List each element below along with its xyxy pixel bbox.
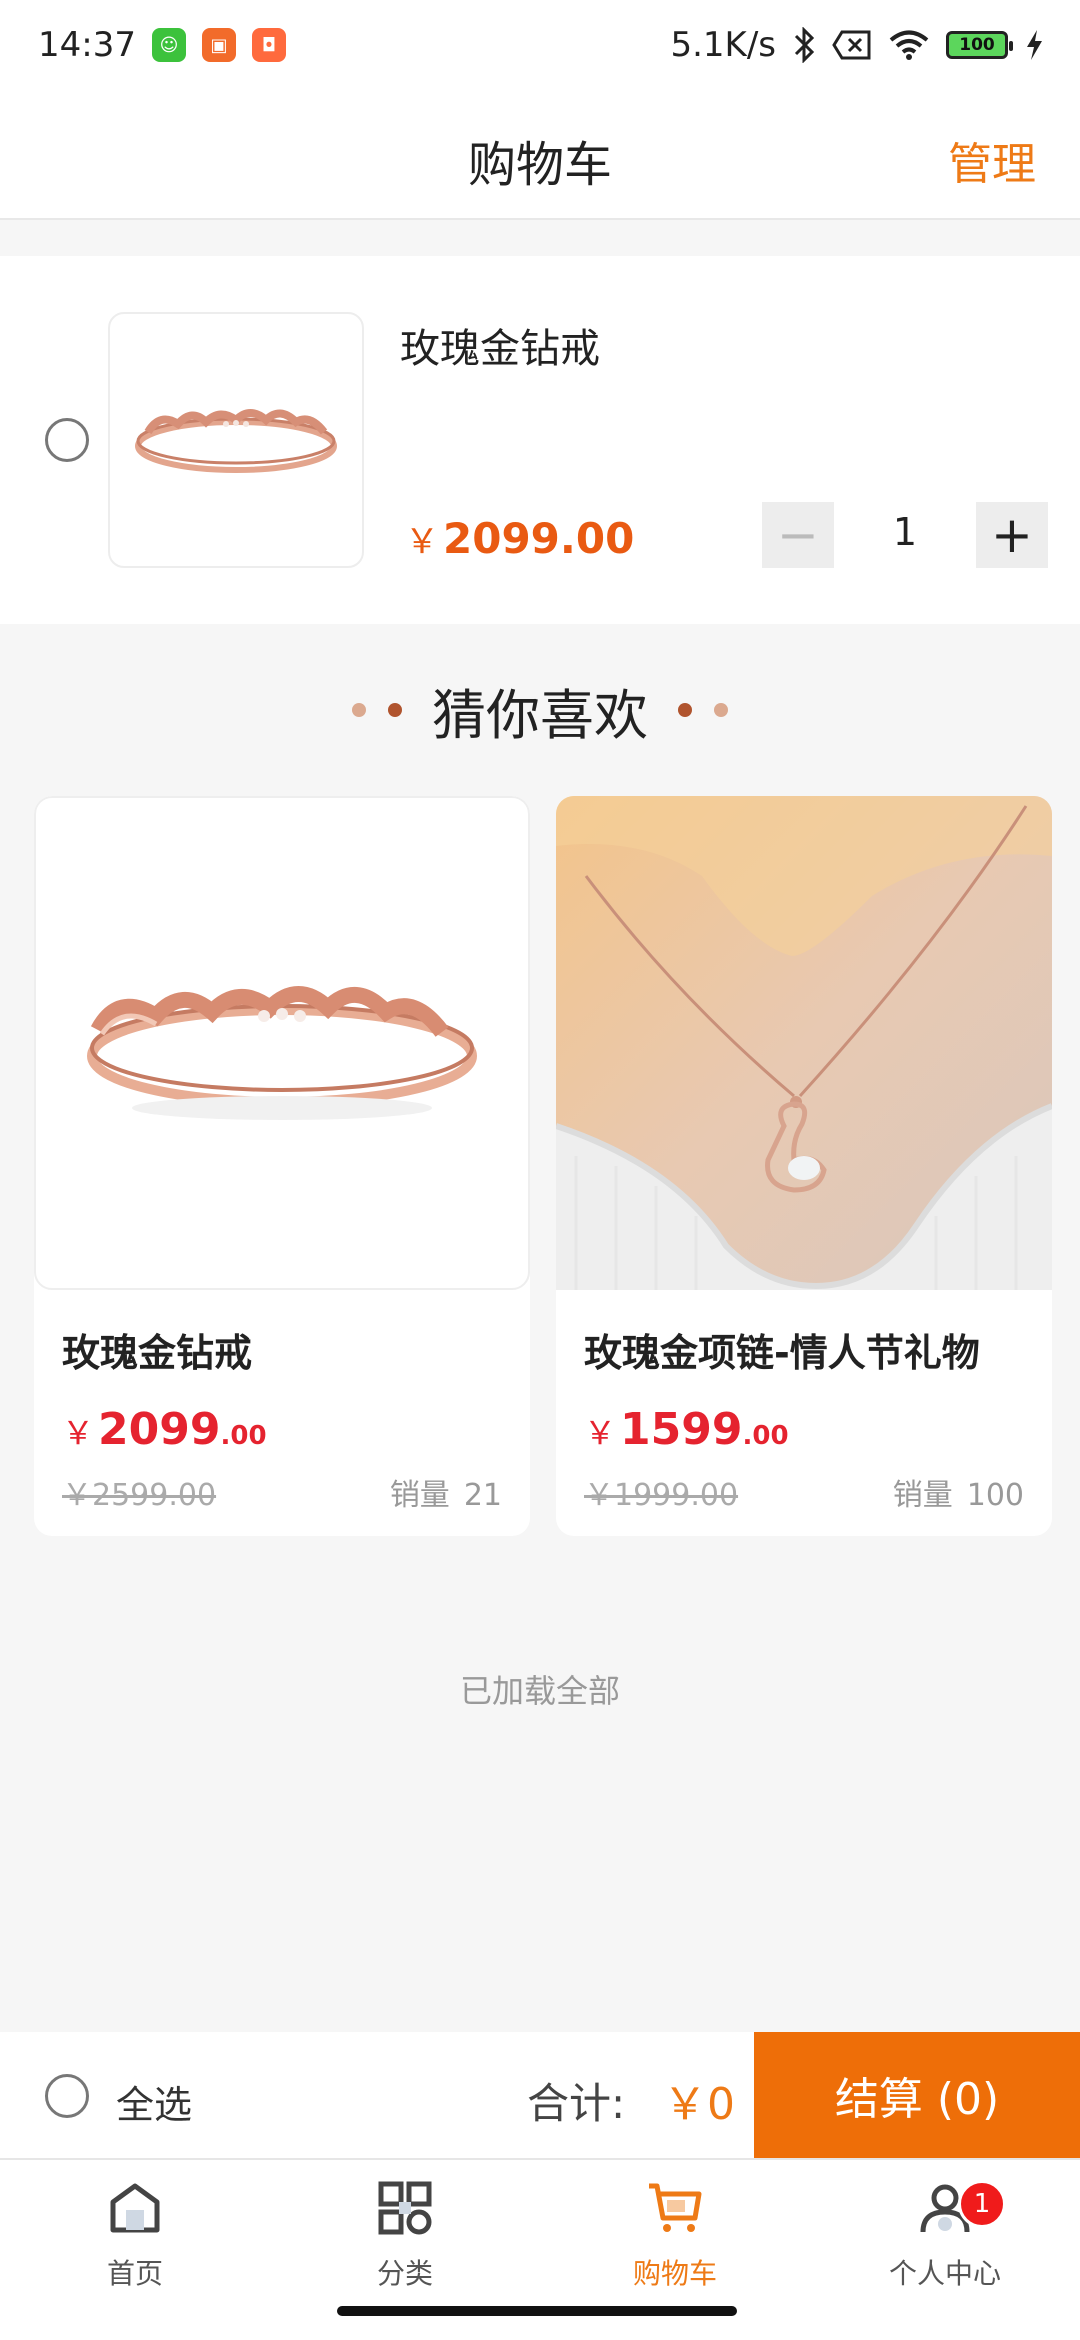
price-symbol: ￥ [584, 1414, 617, 1452]
recommend-name-1: 玫瑰金钻戒 [62, 1331, 253, 1375]
recommend-card-2[interactable]: 玫瑰金项链-情人节礼物 ￥1599.00 ￥1999.00 销量 100 [556, 796, 1052, 1536]
checkout-bar: 全选 合计: ￥0 结算 (0) [0, 2032, 1080, 2158]
recommend-original-price-1: ￥2599.00 [62, 1478, 217, 1513]
sim-x-icon [832, 30, 871, 60]
quantity-decrease-button[interactable]: − [762, 502, 834, 568]
tab-label: 首页 [106, 2257, 163, 2290]
status-right: 5.1K/s 100 [670, 25, 1044, 65]
tab-home[interactable]: 首页 [0, 2178, 270, 2298]
right-dots-decoration [678, 703, 728, 717]
status-left: 14:37 ☺ ▣ ◘ [38, 25, 286, 65]
price-decimal: .00 [220, 1421, 267, 1451]
left-dots-decoration [352, 703, 402, 717]
status-bar: 14:37 ☺ ▣ ◘ 5.1K/s 100 [0, 0, 1080, 90]
recommend-price-1: ￥2099.00 [62, 1404, 267, 1455]
home-indicator[interactable] [337, 2306, 737, 2316]
sales-label: 销量 [389, 1478, 450, 1513]
tab-category[interactable]: 分类 [270, 2178, 540, 2298]
app-orange-icon: ▣ [201, 28, 236, 62]
tab-profile[interactable]: 个人中心 1 [810, 2178, 1080, 2298]
select-all-label[interactable]: 全选 [116, 2074, 192, 2129]
manage-button[interactable]: 管理 [948, 128, 1036, 192]
tab-label: 分类 [376, 2257, 433, 2290]
cart-price-value: 2099.00 [443, 514, 635, 563]
price-integer: 1599 [620, 1404, 743, 1455]
home-icon [110, 2183, 160, 2233]
price-symbol: ￥ [62, 1414, 95, 1452]
charging-icon [1027, 30, 1042, 60]
price-decimal: .00 [742, 1421, 789, 1451]
cart-item-price: ￥2099.00 [405, 514, 634, 563]
sales-label: 销量 [892, 1478, 953, 1513]
recommend-title: 猜你喜欢 [432, 683, 648, 747]
price-integer: 2099 [98, 1404, 221, 1455]
loaded-all-text: 已加载全部 [459, 1672, 620, 1710]
cart-price-symbol: ￥ [405, 522, 439, 562]
tab-cart[interactable]: 购物车 [540, 2178, 810, 2298]
battery-icon: 100 [946, 31, 1013, 59]
cart-item-image[interactable] [108, 312, 364, 568]
page-title: 购物车 [467, 137, 612, 193]
sales-count: 100 [966, 1478, 1024, 1513]
app-green-icon: ☺ [151, 28, 186, 62]
cart-item-name[interactable]: 玫瑰金钻戒 [400, 316, 600, 374]
recommend-price-2: ￥1599.00 [584, 1404, 789, 1455]
recommend-image-2[interactable] [556, 796, 1052, 1290]
recommend-card-1[interactable]: 玫瑰金钻戒 ￥2099.00 ￥2599.00 销量 21 [34, 796, 530, 1536]
nav-header: 购物车 管理 [0, 90, 1080, 220]
recommend-image-1[interactable] [34, 796, 530, 1290]
recommend-original-price-2: ￥1999.00 [584, 1478, 739, 1513]
recommend-section-title: 猜你喜欢 [0, 670, 1080, 750]
quantity-increase-button[interactable]: + [976, 502, 1048, 568]
tab-label: 个人中心 [888, 2257, 1001, 2290]
bluetooth-icon [794, 27, 815, 63]
quantity-value[interactable]: 1 [870, 510, 940, 554]
app-orange2-icon: ◘ [251, 28, 286, 62]
tab-label: 购物车 [632, 2257, 717, 2290]
ring-image [135, 409, 337, 473]
category-icon [378, 2181, 432, 2235]
notification-badge: 1 [958, 2180, 1006, 2228]
ring-image [87, 986, 477, 1120]
sales-count: 21 [463, 1478, 502, 1513]
cart-item-checkbox[interactable] [45, 418, 89, 462]
cart-icon [649, 2183, 702, 2232]
select-all-checkbox[interactable] [45, 2074, 89, 2118]
total-value: ￥0 [663, 2079, 735, 2130]
recommend-sales-2: 销量 100 [893, 1470, 1024, 1514]
total-label: 合计: [527, 2079, 626, 2128]
wifi-icon [889, 30, 929, 60]
necklace-image [556, 796, 1052, 1290]
recommend-name-2: 玫瑰金项链-情人节礼物 [584, 1331, 980, 1375]
checkout-button[interactable]: 结算 (0) [754, 2032, 1080, 2158]
status-time: 14:37 [38, 25, 136, 65]
recommend-sales-1: 销量 21 [390, 1470, 502, 1514]
network-speed: 5.1K/s [670, 25, 776, 65]
